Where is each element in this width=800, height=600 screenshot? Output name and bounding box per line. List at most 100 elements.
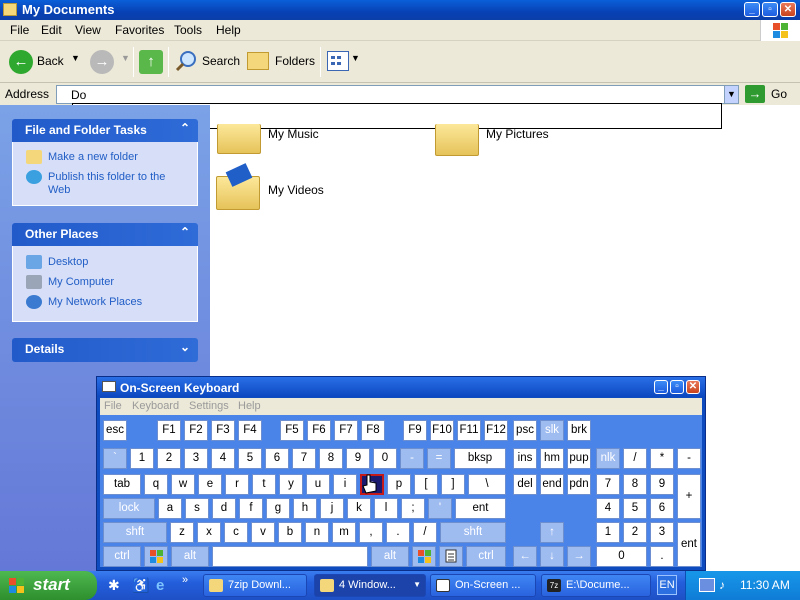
key-l[interactable]: l (374, 498, 398, 519)
forward-arrow-icon[interactable]: → (90, 50, 114, 74)
quicklaunch-overflow-icon[interactable]: » (182, 574, 192, 588)
key-slash[interactable]: / (413, 522, 437, 543)
key-f8[interactable]: F8 (361, 420, 385, 441)
key-d[interactable]: d (212, 498, 236, 519)
back-label[interactable]: Back (37, 54, 64, 68)
osk-minimize-button[interactable]: _ (654, 380, 668, 394)
search-icon[interactable] (175, 50, 197, 72)
key-period[interactable]: . (386, 522, 410, 543)
key-end[interactable]: end (540, 474, 564, 495)
key-right-ctrl[interactable]: ctrl (466, 546, 506, 567)
key-num-2[interactable]: 2 (623, 522, 647, 543)
desktop-link[interactable]: Desktop (48, 256, 88, 269)
key-k[interactable]: k (347, 498, 371, 519)
my-videos-label[interactable]: My Videos (268, 183, 324, 197)
title-bar[interactable]: My Documents _ ▫ ✕ (0, 0, 800, 20)
key-j[interactable]: j (320, 498, 344, 519)
taskbar-item-7z-explorer[interactable]: 7z E:\Docume... (541, 574, 651, 597)
key-arrow-up[interactable]: ↑ (540, 522, 564, 543)
my-pictures-folder-icon[interactable] (435, 124, 479, 156)
go-button[interactable]: Go (771, 87, 787, 101)
key-y[interactable]: y (279, 474, 303, 495)
key-4[interactable]: 4 (211, 448, 235, 469)
key-ins[interactable]: ins (513, 448, 537, 469)
close-button[interactable]: ✕ (780, 2, 796, 17)
network-icon[interactable] (699, 578, 715, 592)
key-num-enter[interactable]: ent (677, 522, 701, 567)
key-right-shift[interactable]: shft (440, 522, 506, 543)
key-f7[interactable]: F7 (334, 420, 358, 441)
key-m[interactable]: m (332, 522, 356, 543)
key-left-shift[interactable]: shft (103, 522, 167, 543)
key-pgdn[interactable]: pdn (567, 474, 591, 495)
views-icon[interactable] (327, 51, 349, 71)
key-0[interactable]: 0 (373, 448, 397, 469)
maximize-button[interactable]: ▫ (762, 2, 778, 17)
key-left-bracket[interactable]: [ (414, 474, 438, 495)
menu-file[interactable]: File (10, 23, 29, 37)
quicklaunch-accessibility-icon[interactable]: ♿ (132, 577, 149, 593)
key-7[interactable]: 7 (292, 448, 316, 469)
key-left-ctrl[interactable]: ctrl (103, 546, 141, 567)
collapse-icon[interactable]: ⌃ (180, 225, 190, 239)
start-button[interactable]: start (0, 571, 97, 600)
key-enter[interactable]: ent (455, 498, 506, 519)
key-arrow-down[interactable]: ↓ (540, 546, 564, 567)
key-num-8[interactable]: 8 (623, 474, 647, 495)
key-num-plus[interactable]: + (677, 474, 701, 519)
key-slk[interactable]: slk (540, 420, 564, 441)
other-places-header[interactable]: Other Places ⌃ (12, 223, 198, 246)
file-folder-tasks-header[interactable]: File and Folder Tasks ⌃ (12, 119, 198, 142)
key-num-multiply[interactable]: * (650, 448, 674, 469)
key-space[interactable] (212, 546, 368, 567)
forward-dropdown-icon[interactable]: ▼ (121, 53, 130, 63)
key-del[interactable]: del (513, 474, 537, 495)
key-s[interactable]: s (185, 498, 209, 519)
key-8[interactable]: 8 (319, 448, 343, 469)
key-tab[interactable]: tab (103, 474, 141, 495)
volume-icon[interactable]: ♪ (719, 578, 733, 592)
taskbar-item-windows-group[interactable]: 4 Window... ▼ (314, 574, 426, 597)
search-label[interactable]: Search (202, 54, 240, 68)
key-pgup[interactable]: pup (567, 448, 591, 469)
key-right-bracket[interactable]: ] (441, 474, 465, 495)
my-computer-link[interactable]: My Computer (48, 276, 114, 289)
language-indicator[interactable]: EN (657, 575, 677, 595)
key-e[interactable]: e (198, 474, 222, 495)
key-5[interactable]: 5 (238, 448, 262, 469)
key-arrow-left[interactable]: ← (513, 546, 537, 567)
key-minus[interactable]: - (400, 448, 424, 469)
key-num-6[interactable]: 6 (650, 498, 674, 519)
menu-view[interactable]: View (75, 23, 101, 37)
key-r[interactable]: r (225, 474, 249, 495)
back-dropdown-icon[interactable]: ▼ (71, 53, 80, 63)
key-p[interactable]: p (387, 474, 411, 495)
osk-maximize-button[interactable]: ▫ (670, 380, 684, 394)
quicklaunch-snowflake-icon[interactable]: ✱ (108, 577, 124, 593)
key-f1[interactable]: F1 (157, 420, 181, 441)
osk-menu-help[interactable]: Help (238, 400, 261, 412)
key-9[interactable]: 9 (346, 448, 370, 469)
my-pictures-label[interactable]: My Pictures (486, 127, 549, 141)
key-equals[interactable]: = (427, 448, 451, 469)
up-folder-icon[interactable]: ↑ (139, 50, 163, 74)
key-num-5[interactable]: 5 (623, 498, 647, 519)
key-brk[interactable]: brk (567, 420, 591, 441)
key-left-windows[interactable] (144, 546, 168, 567)
key-2[interactable]: 2 (157, 448, 181, 469)
key-a[interactable]: a (158, 498, 182, 519)
key-num-7[interactable]: 7 (596, 474, 620, 495)
key-psc[interactable]: psc (513, 420, 537, 441)
key-backspace[interactable]: bksp (454, 448, 506, 469)
key-z[interactable]: z (170, 522, 194, 543)
my-music-folder-icon[interactable] (217, 124, 261, 154)
key-x[interactable]: x (197, 522, 221, 543)
key-6[interactable]: 6 (265, 448, 289, 469)
make-new-folder-link[interactable]: Make a new folder (48, 151, 138, 164)
quicklaunch-ie-icon[interactable]: e (156, 577, 172, 594)
collapse-icon[interactable]: ⌃ (180, 121, 190, 135)
key-f9[interactable]: F9 (403, 420, 427, 441)
key-c[interactable]: c (224, 522, 248, 543)
key-arrow-right[interactable]: → (567, 546, 591, 567)
minimize-button[interactable]: _ (744, 2, 760, 17)
